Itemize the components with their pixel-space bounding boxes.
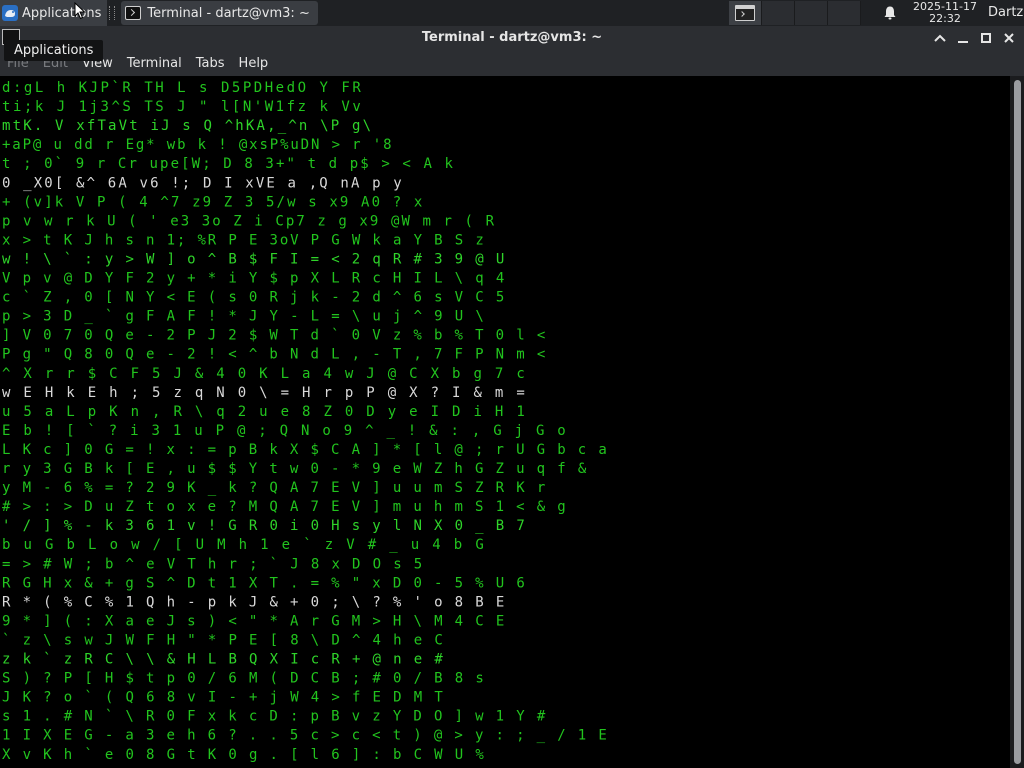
- rain-line: w E H k E h ; 5 z q N 0 \ = H r p P @ X …: [2, 385, 525, 401]
- menu-tabs[interactable]: Tabs: [189, 56, 232, 71]
- rain-line: V p v @ D Y F 2 y + * i Y $ p X L R c H …: [2, 271, 504, 287]
- rain-line: 0 _X0[ &^ 6A v6 !; D I xVE a ,Q nA p y: [2, 175, 402, 191]
- rain-line: + (v]k V P ( 4 ^7 z9 Z 3 5/w s x9 A0 ? x: [2, 194, 422, 210]
- workspace-4[interactable]: [828, 1, 861, 25]
- rain-line: z k ` z R C \ \ & H L B Q X I c R + @ n …: [2, 652, 443, 668]
- minimize-icon: [957, 41, 968, 43]
- rain-line: R * ( % C % 1 Q h - p k J & + 0 ; \ ? % …: [2, 594, 504, 610]
- window-titlebar[interactable]: Terminal - dartz@vm3: ~: [0, 26, 1024, 50]
- rain-line: t ; 0` 9 r Cr upe[W; D 8 3+" t d p$ > < …: [2, 156, 454, 172]
- top-panel: Applications Terminal - dartz@vm3: ~ 202…: [0, 0, 1024, 26]
- mouse-cursor-icon: [74, 2, 86, 20]
- rain-line: J K ? o ` ( Q 6 8 v I - + j W 4 > f E D …: [2, 690, 443, 706]
- rain-line: p v w r k U ( ' e3 3o Z i Cp7 z g x9 @W …: [2, 213, 495, 229]
- terminal-icon: [125, 6, 142, 20]
- rain-line: y M - 6 % = ? 2 9 K _ k ? Q A 7 E V ] u …: [2, 480, 545, 496]
- rain-line: 9 * ] ( : X a e J s ) < " * A r G M > H …: [2, 613, 504, 629]
- workspace-3[interactable]: [795, 1, 828, 25]
- rain-line: s 1 . # N ` \ R 0 F x k c D : p B v z Y …: [2, 709, 546, 725]
- rain-line: ^ X r r $ C F 5 J & 4 0 K L a 4 w J @ C …: [2, 366, 525, 382]
- clock-time: 22:32: [929, 12, 961, 25]
- workspace-switcher: [729, 1, 861, 25]
- menubar: File Edit View Terminal Tabs Help: [0, 50, 1024, 76]
- maximize-button[interactable]: [974, 28, 997, 48]
- rain-line: # > : > D u Z t o x e ? M Q A 7 E V ] m …: [2, 499, 566, 515]
- rain-line: mtK. V xfTaVt iJ s Q ^hKA,_^n \P g\: [2, 118, 371, 134]
- taskbar-item-label: Terminal - dartz@vm3: ~: [147, 5, 310, 21]
- workspace-1[interactable]: [729, 1, 762, 25]
- rain-line: +aP@ u dd r Eg* wb k ! @xsP%uDN > r '8: [2, 137, 392, 153]
- rain-line: = > # W ; b ^ e V T h r ; ` J 8 x D O s …: [2, 556, 422, 572]
- terminal-icon: [735, 5, 755, 21]
- clock[interactable]: 2025-11-17 22:32: [906, 1, 984, 25]
- bell-icon[interactable]: [882, 5, 898, 21]
- rain-line: ` z \ s w J W F H " * P E [ 8 \ D ^ 4 h …: [2, 632, 443, 648]
- close-button[interactable]: [997, 28, 1020, 48]
- terminal-scrollbar[interactable]: [1010, 76, 1024, 768]
- roll-up-button[interactable]: [928, 28, 951, 48]
- rain-line: X v K h ` e 0 8 G t K 0 g . [ l 6 ] : b …: [2, 747, 484, 763]
- window-title: Terminal - dartz@vm3: ~: [421, 30, 603, 45]
- workspace-2[interactable]: [762, 1, 795, 25]
- chevron-up-icon: [933, 34, 946, 42]
- rain-line: 1 I X E G - a 3 e h 6 ? . . 5 c > c < t …: [2, 728, 607, 744]
- rain-line: R G H x & + g S ^ D t 1 X T . = % " x D …: [2, 575, 525, 591]
- rain-line: ] V 0 7 0 Q e - 2 P J 2 $ W T d ` 0 V z …: [2, 328, 545, 344]
- rain-line: c ` Z , 0 [ N Y < E ( s 0 R j k - 2 d ^ …: [2, 290, 504, 306]
- applications-label: Applications: [22, 5, 102, 21]
- rain-line: w ! \ ` : y > W ] o ^ B $ F I = < 2 q R …: [2, 251, 504, 267]
- close-icon: [1003, 33, 1014, 43]
- matrix-rain: d:gL h KJP`R TH L s D5PDHedO Y FR ti;k J …: [2, 80, 607, 763]
- menu-terminal[interactable]: Terminal: [120, 56, 189, 71]
- rain-line: E b ! [ ` ? i 3 1 u P @ ; Q N o 9 ^ _ ! …: [2, 423, 566, 439]
- window-controls: [928, 26, 1020, 50]
- rain-line: u 5 a L p K n , R \ q 2 u e 8 Z 0 D y e …: [2, 404, 525, 420]
- rain-line: b u G b L o w / [ U M h 1 e ` z V # _ u …: [2, 537, 484, 553]
- rain-line: d:gL h KJP`R TH L s D5PDHedO Y FR: [2, 80, 361, 96]
- applications-menu-button[interactable]: Applications: [0, 0, 108, 26]
- rain-line: ti;k J 1j3^S TS J " l[N'W1fz k Vv: [2, 99, 361, 115]
- rain-line: L K c ] 0 G = ! x : = p B k X $ C A ] * …: [2, 442, 607, 458]
- screen: Applications Terminal - dartz@vm3: ~ 202…: [0, 0, 1024, 768]
- rain-line: S ) ? P [ H $ t p 0 / 6 M ( D C B ; # 0 …: [2, 671, 484, 687]
- user-menu[interactable]: Dartz: [988, 0, 1023, 26]
- rain-line: r y 3 G B k [ E , u $ $ Y t w 0 - * 9 e …: [2, 461, 587, 477]
- applications-tooltip: Applications: [4, 40, 104, 61]
- maximize-icon: [980, 33, 991, 43]
- minimize-button[interactable]: [951, 28, 974, 48]
- panel-separator: [109, 6, 116, 20]
- xfce-mouse-icon: [2, 5, 18, 21]
- menu-help[interactable]: Help: [232, 56, 276, 71]
- terminal-output[interactable]: d:gL h KJP`R TH L s D5PDHedO Y FR ti;k J …: [0, 76, 1010, 768]
- scrollbar-thumb[interactable]: [1014, 80, 1021, 764]
- rain-line: x > t K J h s n 1; %R P E 3oV P G W k a …: [2, 232, 484, 248]
- rain-line: P g " Q 8 0 Q e - 2 ! < ^ b N d L , - T …: [2, 347, 545, 363]
- rain-line: p > 3 D _ ` g F A F ! * J Y - L = \ u j …: [2, 309, 484, 325]
- rain-line: ' / ] % - k 3 6 1 v ! G R 0 i 0 H s y l …: [2, 518, 525, 534]
- taskbar-item-terminal[interactable]: Terminal - dartz@vm3: ~: [121, 1, 318, 25]
